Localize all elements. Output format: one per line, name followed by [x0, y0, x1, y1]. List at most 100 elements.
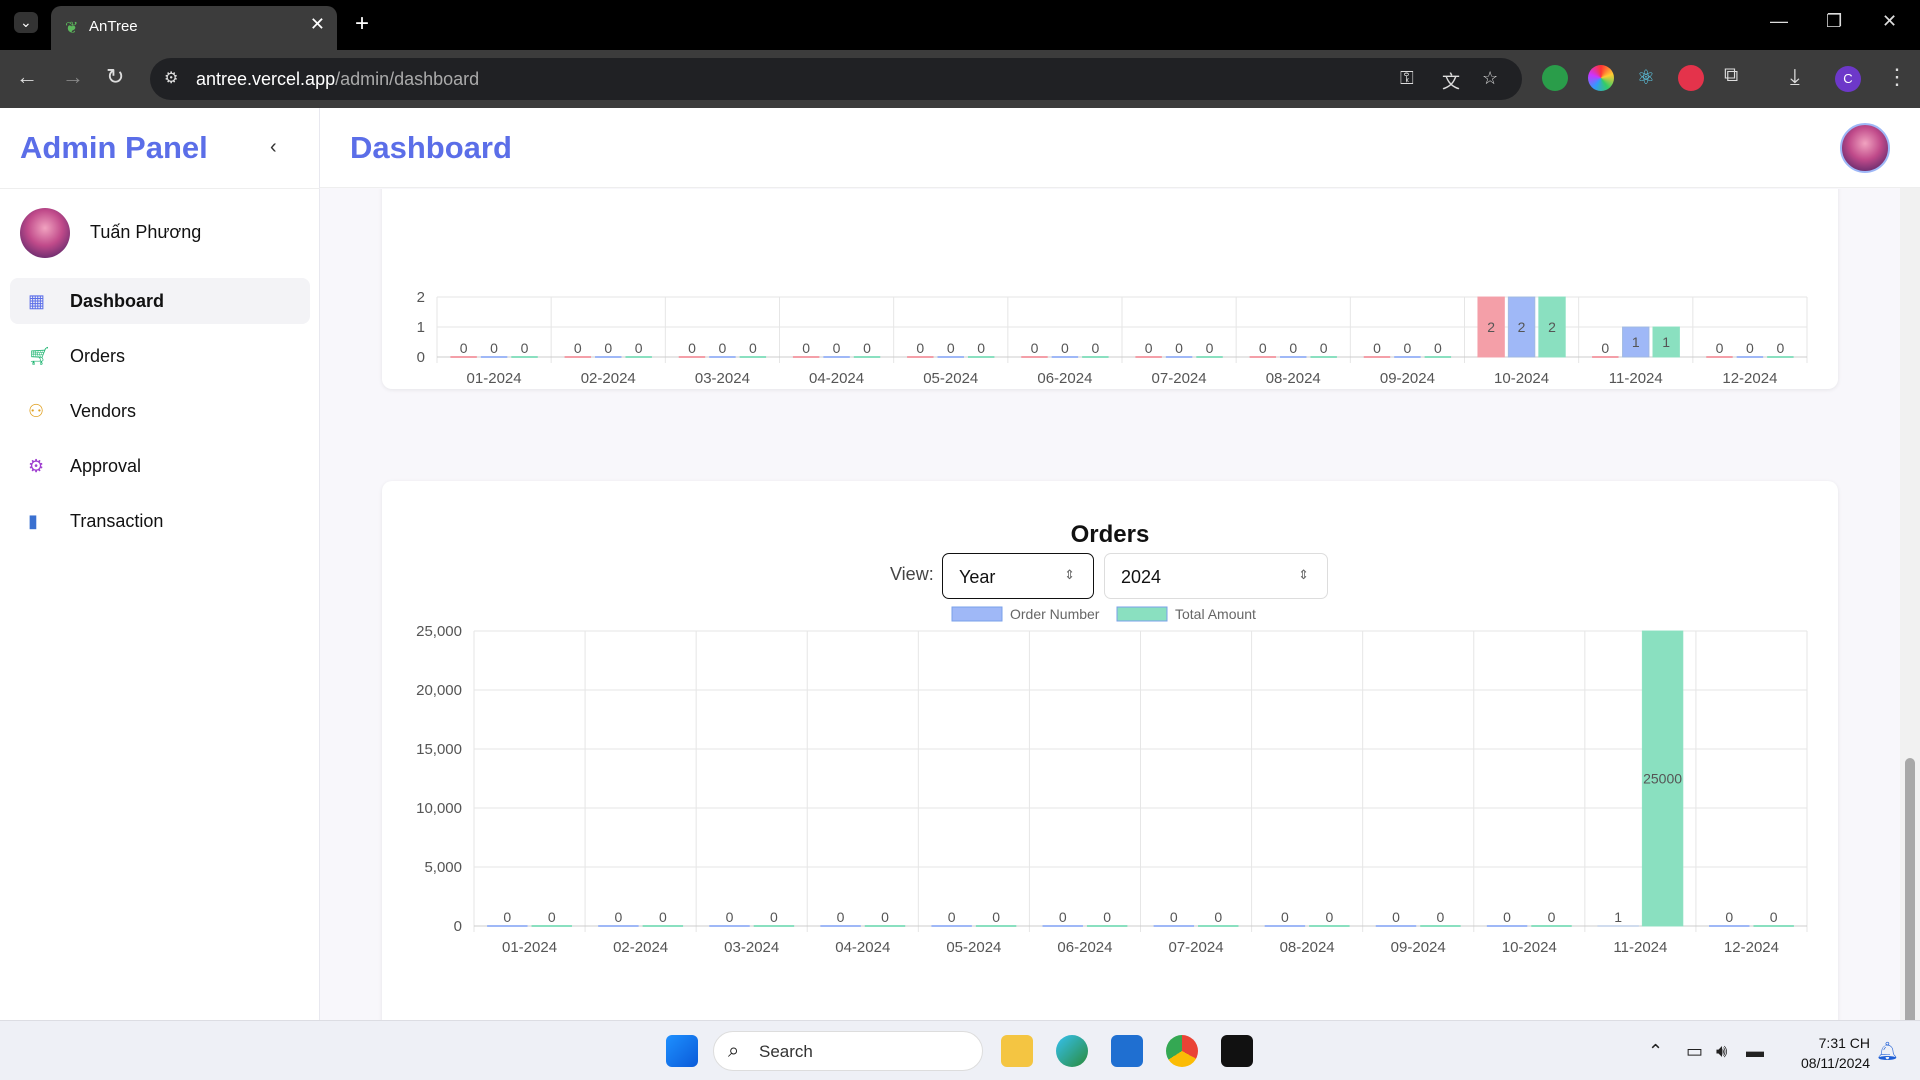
- browser-toolbar: ← → ↻ ⚙ antree.vercel.app/admin/dashboar…: [0, 50, 1920, 108]
- data-label: 0: [1373, 340, 1381, 356]
- data-label: 0: [1725, 909, 1733, 925]
- data-label: 0: [719, 340, 727, 356]
- data-label: 0: [947, 340, 955, 356]
- x-tick-label: 05-2024: [946, 939, 1001, 956]
- profile-avatar[interactable]: C: [1835, 66, 1861, 92]
- chrome-icon[interactable]: [1166, 1035, 1198, 1067]
- data-label: 0: [770, 909, 778, 925]
- data-label: 25000: [1643, 771, 1682, 787]
- data-label: 0: [1289, 340, 1297, 356]
- y-tick-label: 1: [417, 319, 425, 336]
- page-scrollbar[interactable]: [1900, 188, 1920, 1080]
- data-label: 0: [659, 909, 667, 925]
- site-info-icon[interactable]: ⚙: [164, 68, 178, 88]
- x-tick-label: 05-2024: [923, 370, 978, 387]
- extension-4-icon[interactable]: [1678, 65, 1704, 91]
- page-header: Dashboard: [320, 108, 1920, 188]
- taskbar-search[interactable]: ⌕ Search: [713, 1031, 983, 1071]
- extensions-puzzle-icon[interactable]: ⧉: [1724, 64, 1738, 87]
- page-title: Dashboard: [350, 130, 512, 165]
- data-label: 0: [688, 340, 696, 356]
- data-label: 0: [1392, 909, 1400, 925]
- translate-icon[interactable]: 文: [1442, 68, 1460, 94]
- x-tick-label: 10-2024: [1494, 370, 1549, 387]
- close-window-icon[interactable]: ✕: [1882, 11, 1897, 32]
- y-tick-label: 2: [417, 289, 425, 306]
- y-tick-label: 15,000: [416, 741, 462, 758]
- data-label: 0: [1434, 340, 1442, 356]
- minimize-icon[interactable]: —: [1770, 11, 1788, 32]
- data-label: 0: [1175, 340, 1183, 356]
- forward-icon[interactable]: →: [62, 64, 84, 90]
- x-tick-label: 08-2024: [1280, 939, 1335, 956]
- capcut-icon[interactable]: [1221, 1035, 1253, 1067]
- data-label: 0: [1059, 909, 1067, 925]
- data-label: 2: [1548, 319, 1556, 335]
- clock[interactable]: 7:31 CH 08/11/2024: [1780, 1033, 1870, 1073]
- data-label: 0: [1170, 909, 1178, 925]
- data-label: 0: [1031, 340, 1039, 356]
- collapse-sidebar-icon[interactable]: ‹: [270, 136, 277, 159]
- windows-start-icon[interactable]: [666, 1035, 698, 1067]
- chart-card-top: 0 1 2 01-2024 0 0 0 02-2024 0 0 0 03-2024 0 0 0 04-2024…: [382, 189, 1838, 389]
- data-label: 0: [726, 909, 734, 925]
- orders-chart-card: Orders View: Year ⇕ 2024 ⇕ 0 5,000 10,000 1…: [382, 481, 1838, 1020]
- data-label: 0: [1746, 340, 1754, 356]
- new-tab-icon[interactable]: +: [355, 10, 369, 38]
- file-explorer-icon[interactable]: [1001, 1035, 1033, 1067]
- x-tick-label: 10-2024: [1502, 939, 1557, 956]
- x-tick-label: 12-2024: [1724, 939, 1779, 956]
- address-bar[interactable]: ⚙ antree.vercel.app/admin/dashboard ⚿ 文 …: [150, 58, 1522, 100]
- x-tick-label: 06-2024: [1037, 370, 1092, 387]
- back-icon[interactable]: ←: [16, 64, 38, 90]
- x-tick-label: 02-2024: [581, 370, 636, 387]
- data-label: 0: [802, 340, 810, 356]
- data-label: 0: [837, 909, 845, 925]
- data-label: 0: [521, 340, 529, 356]
- reload-icon[interactable]: ↻: [106, 64, 124, 90]
- x-tick-label: 04-2024: [835, 939, 890, 956]
- tab-list-icon[interactable]: ⌄: [14, 12, 38, 33]
- legend-label: Total Amount: [1175, 606, 1256, 622]
- volume-icon[interactable]: 🔊︎: [1716, 1041, 1727, 1062]
- legend-label: Order Number: [1010, 606, 1100, 622]
- menu-dots-icon[interactable]: ⋮: [1886, 64, 1908, 90]
- data-label: 0: [1061, 340, 1069, 356]
- data-label: 0: [1320, 340, 1328, 356]
- data-label: 0: [1281, 909, 1289, 925]
- data-label: 0: [1145, 340, 1153, 356]
- browser-tab-bar: ⌄ ❦ AnTree ✕ + — ❐ ✕: [0, 0, 1920, 50]
- close-tab-icon[interactable]: ✕: [310, 14, 325, 35]
- restore-icon[interactable]: ❐: [1826, 11, 1842, 32]
- data-label: 0: [548, 909, 556, 925]
- extension-1-icon[interactable]: [1542, 65, 1568, 91]
- antree-favicon-icon: ❦: [65, 20, 79, 37]
- data-label: 0: [1716, 340, 1724, 356]
- browser-tab[interactable]: ❦ AnTree ✕: [51, 6, 337, 50]
- password-key-icon[interactable]: ⚿: [1400, 68, 1414, 89]
- store-icon[interactable]: [1111, 1035, 1143, 1067]
- download-icon[interactable]: ⤓: [1790, 64, 1800, 90]
- network-icon[interactable]: ▭: [1686, 1041, 1703, 1062]
- chevron-up-icon[interactable]: ⌃: [1648, 1041, 1663, 1062]
- edge-icon[interactable]: [1056, 1035, 1088, 1067]
- windows-taskbar: ⌕ Search ⌃ ▭ 🔊︎ ▬ 7:31 CH 08/11/2024 🔔︎: [0, 1020, 1920, 1080]
- data-label: 0: [503, 909, 511, 925]
- url-text: antree.vercel.app/admin/dashboard: [196, 69, 480, 89]
- data-label: 0: [992, 909, 1000, 925]
- notification-bell-icon[interactable]: 🔔︎: [1876, 1041, 1899, 1062]
- data-label: 0: [615, 909, 623, 925]
- tab-title: AnTree: [89, 18, 138, 35]
- data-label: 0: [1214, 909, 1222, 925]
- data-label: 0: [1206, 340, 1214, 356]
- battery-icon[interactable]: ▬: [1746, 1041, 1764, 1062]
- header-avatar[interactable]: [1840, 123, 1890, 173]
- react-devtools-icon[interactable]: ⚛: [1633, 65, 1659, 91]
- orders-chart: 0 5,000 10,000 15,000 20,000 25,000 01-2024 0 0 0…: [416, 606, 1808, 956]
- legend-swatch: [1116, 606, 1168, 622]
- data-label: 0: [833, 340, 841, 356]
- search-icon: ⌕: [728, 1040, 740, 1062]
- search-label: Search: [759, 1042, 813, 1061]
- bookmark-star-icon[interactable]: ☆: [1482, 68, 1498, 89]
- extension-2-icon[interactable]: [1588, 65, 1614, 91]
